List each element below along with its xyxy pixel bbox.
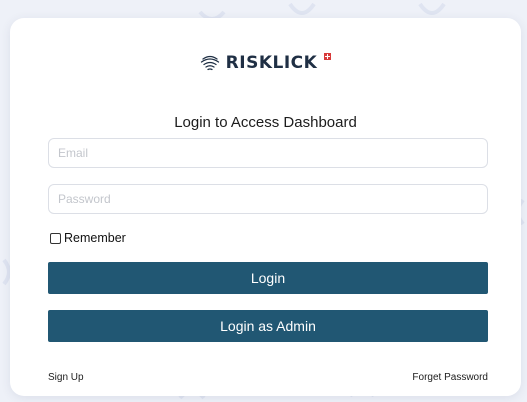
- brand-logo: RISKLICK: [10, 52, 521, 74]
- remember-label: Remember: [64, 231, 126, 245]
- brand-name: RISKLICK: [225, 53, 318, 73]
- remember-option[interactable]: Remember: [50, 231, 126, 245]
- remember-checkbox[interactable]: [50, 232, 61, 244]
- login-button[interactable]: Login: [48, 262, 488, 294]
- fingerprint-logo-icon: [200, 55, 219, 71]
- login-card: RISKLICK Login to Access Dashboard Remem…: [10, 18, 521, 396]
- forget-password-link[interactable]: Forget Password: [412, 372, 488, 383]
- swiss-flag-icon: [324, 52, 332, 60]
- email-field[interactable]: [48, 138, 488, 168]
- login-heading: Login to Access Dashboard: [174, 114, 357, 131]
- login-as-admin-button[interactable]: Login as Admin: [48, 310, 488, 342]
- sign-up-link[interactable]: Sign Up: [48, 372, 84, 383]
- password-field[interactable]: [48, 184, 488, 214]
